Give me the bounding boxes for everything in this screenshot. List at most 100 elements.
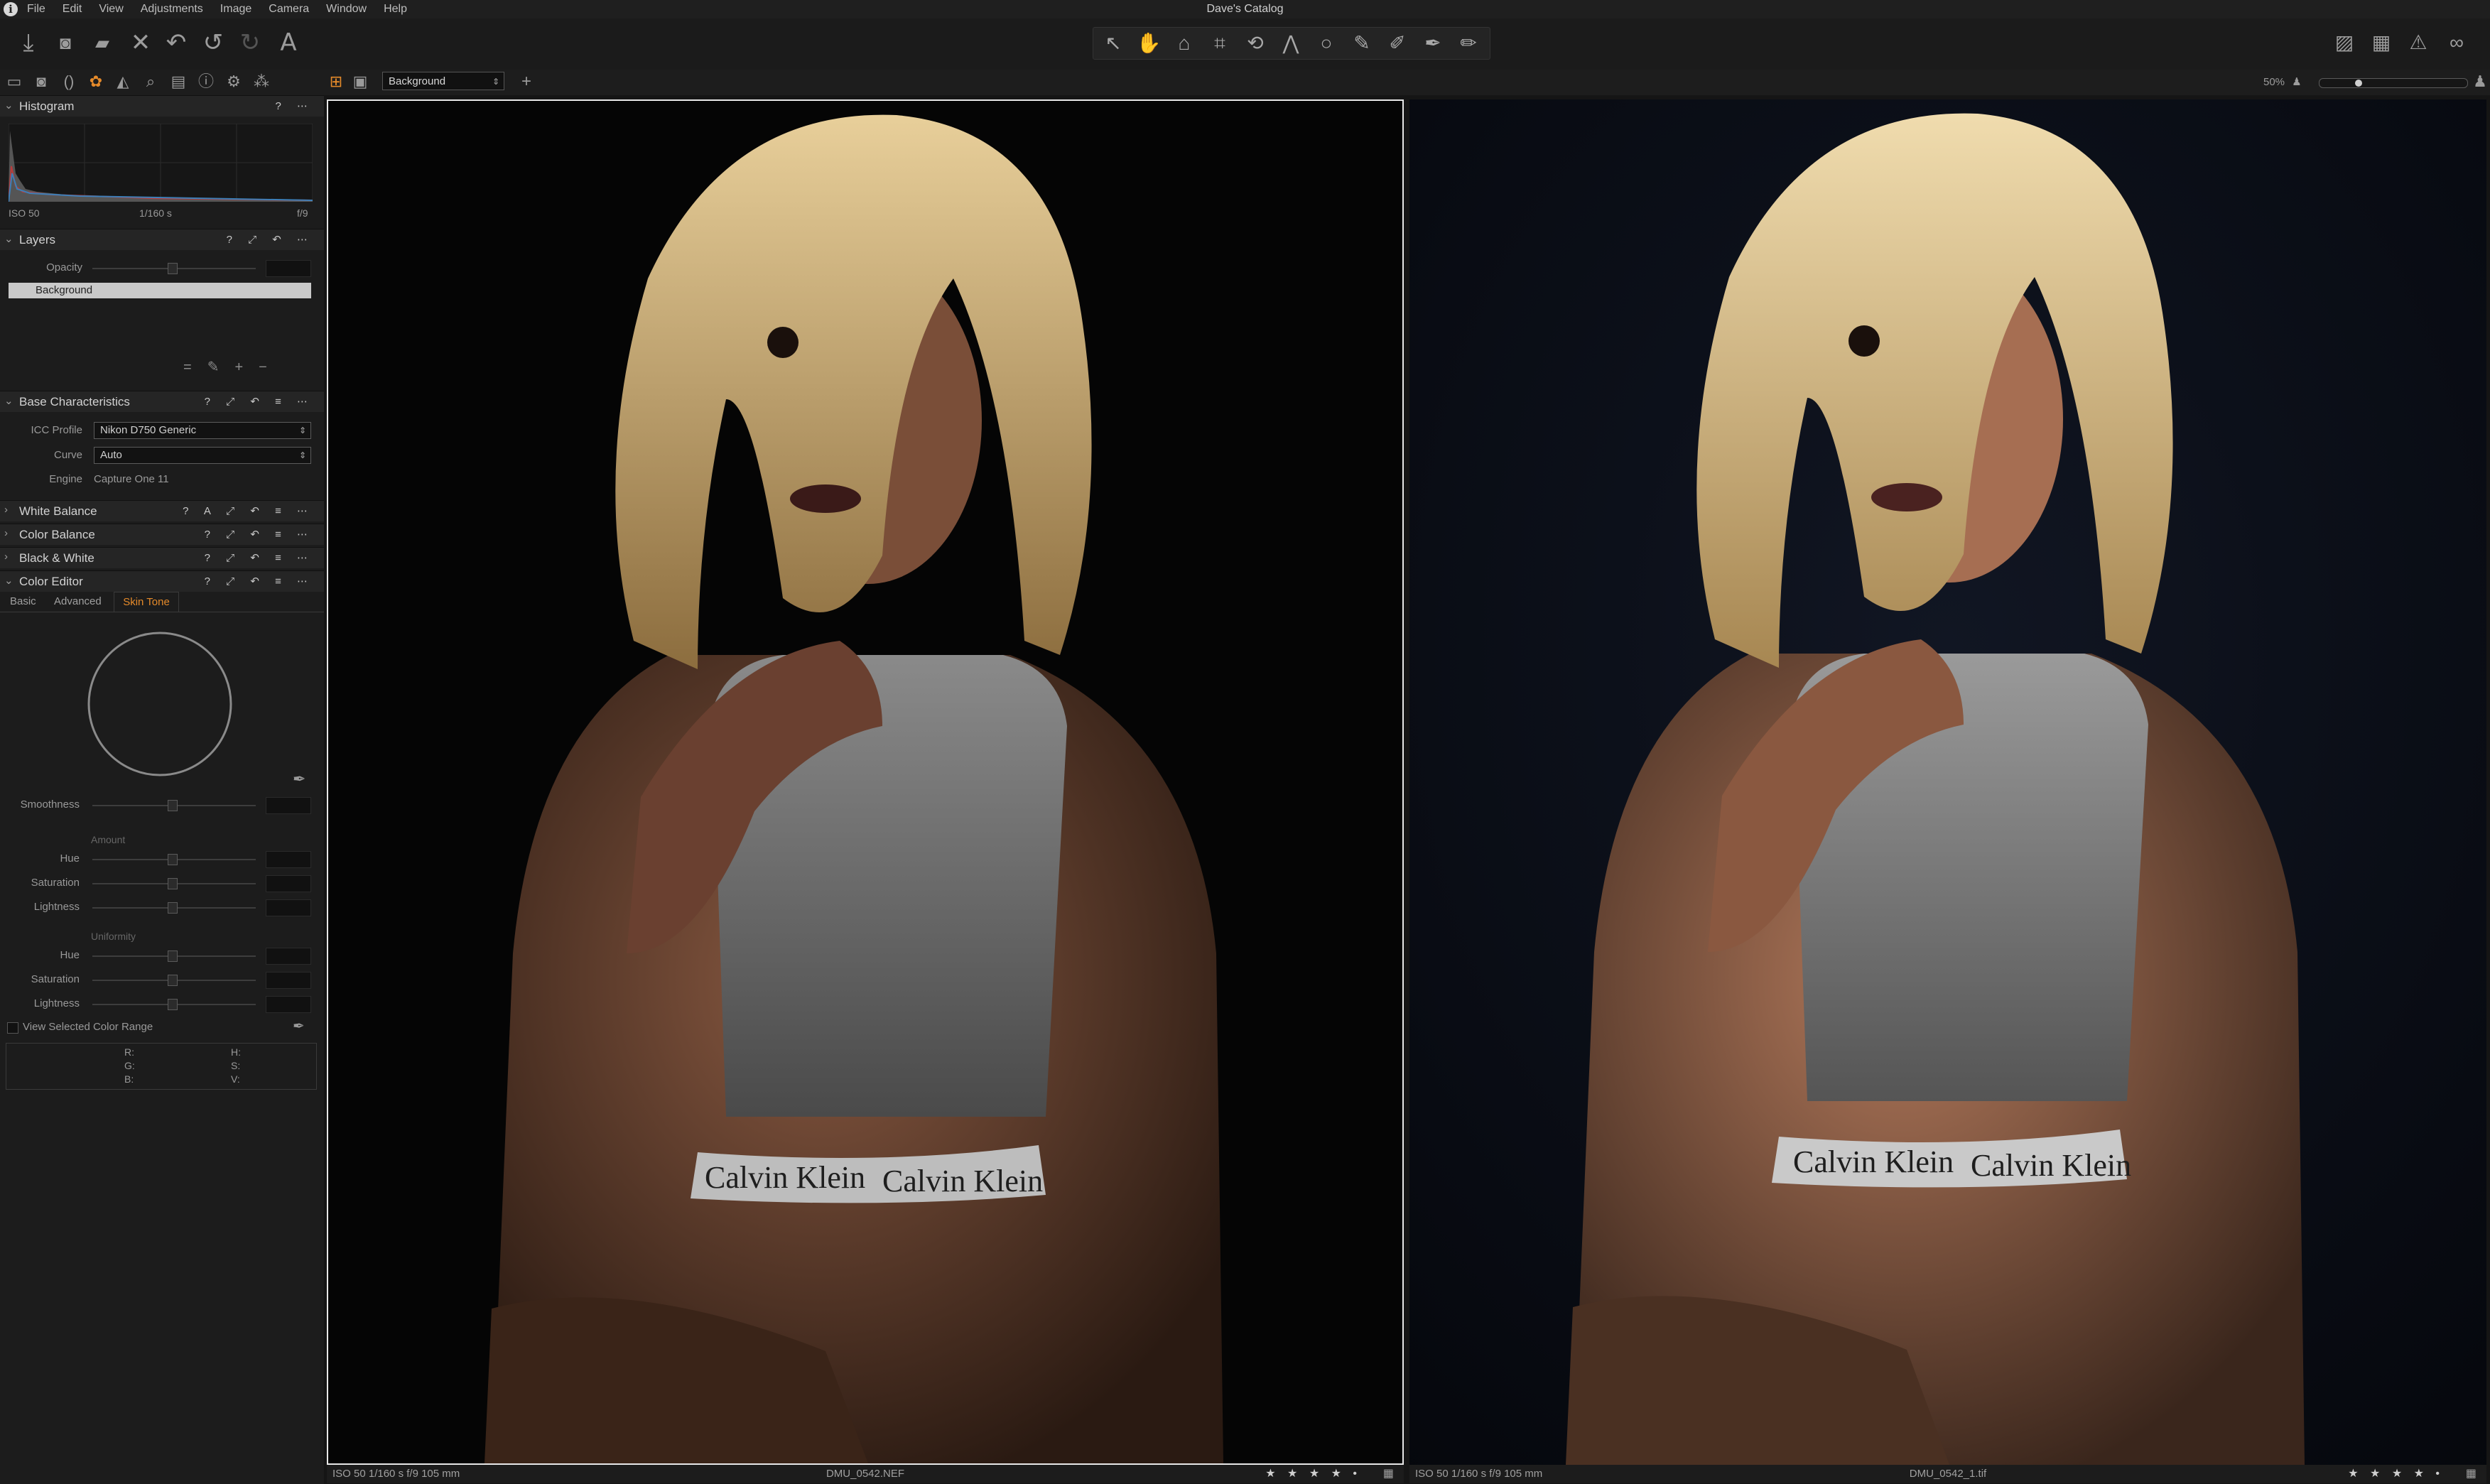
uniformity-hue-value[interactable]: [266, 948, 311, 965]
remove-layer-button[interactable]: −: [259, 359, 283, 375]
black-white-header[interactable]: › Black & White ? ⤢ ↶ ≡ ⋯: [0, 547, 324, 568]
color-tag-icon[interactable]: ▦: [2466, 1465, 2477, 1483]
opacity-slider-knob[interactable]: [168, 263, 178, 274]
smoothness-value[interactable]: [266, 797, 311, 814]
brush-layer-icon[interactable]: ✎: [207, 359, 235, 375]
zoom-slider-knob[interactable]: [2355, 80, 2362, 87]
metadata-tab-icon[interactable]: ▤: [168, 71, 189, 92]
amount-lightness-knob[interactable]: [168, 902, 178, 914]
delete-icon[interactable]: ✕: [125, 28, 156, 57]
text-icon[interactable]: A: [273, 28, 304, 57]
image-viewer: Calvin Klein Calvin Klein ISO 50 1/160 s…: [324, 95, 2490, 1484]
add-layer-icon[interactable]: +: [516, 71, 537, 92]
rotate-icon[interactable]: ⟲: [1240, 29, 1271, 58]
tab-skin-tone[interactable]: Skin Tone: [114, 592, 179, 612]
multi-view-icon[interactable]: ⊞: [325, 71, 347, 92]
amount-lightness-value[interactable]: [266, 899, 311, 916]
tab-advanced[interactable]: Advanced: [54, 592, 102, 612]
color-editor-header[interactable]: ⌄ Color Editor ? ⤢ ↶ ≡ ⋯: [0, 570, 324, 592]
opacity-value[interactable]: [266, 260, 311, 277]
histogram-aperture: f/9: [297, 207, 308, 219]
color-editor-actions: ? ⤢ ↶ ≡ ⋯: [204, 575, 314, 587]
color-readout-box: R: G: B: H: S: V:: [6, 1043, 317, 1090]
camera-icon[interactable]: ◙: [50, 28, 81, 57]
color-balance-header[interactable]: › Color Balance ? ⤢ ↶ ≡ ⋯: [0, 524, 324, 545]
view-range-checkbox[interactable]: [7, 1022, 18, 1034]
brush-icon[interactable]: ✎: [1346, 29, 1377, 58]
glasses-icon[interactable]: ∞: [2441, 28, 2472, 57]
lens-tab-icon[interactable]: (): [58, 71, 80, 92]
chevron-down-icon: ⌄: [4, 99, 13, 112]
skin-tone-color-wheel[interactable]: [87, 631, 233, 777]
zoom-slider[interactable]: [2319, 78, 2468, 88]
keystone-icon[interactable]: ⋀: [1275, 29, 1306, 58]
uniformity-saturation-value[interactable]: [266, 972, 311, 989]
base-characteristics-header[interactable]: ⌄ Base Characteristics ? ⤢ ↶ ≡ ⋯: [0, 391, 324, 412]
settings-tab-icon[interactable]: ⚙: [223, 71, 244, 92]
picker-icon[interactable]: ✒: [293, 1017, 305, 1035]
styles-tab-icon[interactable]: ⁂: [251, 71, 272, 92]
process-icon[interactable]: ▰: [87, 28, 118, 57]
uniformity-saturation-knob[interactable]: [168, 975, 178, 986]
capture-tab-icon[interactable]: ◙: [31, 71, 52, 92]
amount-saturation-knob[interactable]: [168, 878, 178, 889]
add-layer-button[interactable]: +: [234, 359, 259, 375]
library-tab-icon[interactable]: ▭: [4, 71, 25, 92]
uniformity-hue-knob[interactable]: [168, 950, 178, 962]
base-characteristics-actions: ? ⤢ ↶ ≡ ⋯: [204, 396, 314, 408]
tab-basic[interactable]: Basic: [10, 592, 36, 612]
spot-icon[interactable]: ○: [1311, 29, 1342, 58]
photo-edited[interactable]: Calvin Klein Calvin Klein: [1409, 99, 2486, 1465]
layer-select[interactable]: Background ⇕: [382, 72, 504, 90]
icc-profile-select[interactable]: Nikon D750 Generic ⇕: [94, 422, 311, 439]
photo-original-rating[interactable]: ★ ★ ★ ★ •: [1265, 1465, 1361, 1483]
equal-icon[interactable]: =: [183, 359, 207, 375]
info-tab-icon[interactable]: ⓘ: [195, 71, 217, 92]
exposure-warning-icon[interactable]: ⚠: [2403, 28, 2434, 57]
gradient-icon[interactable]: ✐: [1382, 29, 1413, 58]
photo-original[interactable]: Calvin Klein Calvin Klein: [327, 99, 1404, 1465]
undo-alt-icon[interactable]: ↶: [161, 28, 192, 57]
redo-icon[interactable]: ↻: [234, 28, 266, 57]
layer-item-background[interactable]: Background: [9, 283, 311, 298]
single-view-icon[interactable]: ▣: [350, 71, 371, 92]
photo-edited-rating[interactable]: ★ ★ ★ ★ •: [2348, 1465, 2444, 1483]
amount-hue-value[interactable]: [266, 851, 311, 868]
proof-icon[interactable]: ▨: [2329, 28, 2360, 57]
smoothness-slider-knob[interactable]: [168, 800, 178, 811]
color-tab-icon[interactable]: ✿: [85, 71, 107, 92]
amount-hue-knob[interactable]: [168, 854, 178, 865]
viewer-toolbar: ⊞ ▣ Background ⇕ + 50% ♟ ♟: [324, 70, 2490, 95]
layers-header[interactable]: ⌄ Layers ? ⤢ ↶ ⋯: [0, 229, 324, 250]
details-tab-icon[interactable]: ⌕: [140, 71, 161, 92]
white-balance-header[interactable]: › White Balance ? A ⤢ ↶ ≡ ⋯: [0, 500, 324, 521]
grid-icon[interactable]: ▦: [2366, 28, 2397, 57]
chevron-down-icon: ⌄: [4, 233, 13, 245]
import-icon[interactable]: ⤓: [13, 28, 44, 57]
amount-group-label: Amount: [91, 834, 126, 845]
histogram-header[interactable]: ⌄ Histogram ? ⋯: [0, 95, 324, 117]
person-large-icon[interactable]: ♟: [2469, 71, 2490, 92]
uniformity-lightness-knob[interactable]: [168, 999, 178, 1010]
eyedropper-icon[interactable]: ✒: [1417, 29, 1449, 58]
curve-select[interactable]: Auto ⇕: [94, 447, 311, 464]
uniformity-lightness-value[interactable]: [266, 996, 311, 1013]
color-picker-icon[interactable]: ✒: [293, 770, 305, 789]
select-icon[interactable]: ↖: [1098, 29, 1129, 58]
eraser-icon[interactable]: ✏: [1453, 29, 1484, 58]
crop-icon[interactable]: ⌗: [1204, 29, 1235, 58]
layers-actions: ? ⤢ ↶ ⋯: [226, 234, 314, 246]
pan-icon[interactable]: ✋: [1133, 29, 1164, 58]
amount-saturation-value[interactable]: [266, 875, 311, 892]
exposure-tab-icon[interactable]: ◭: [112, 71, 134, 92]
loupe-icon[interactable]: ⌂: [1169, 29, 1200, 58]
black-white-title: Black & White: [19, 551, 94, 565]
chevron-right-icon: ›: [4, 527, 8, 539]
photo-original-filename: DMU_0542.NEF: [826, 1468, 905, 1480]
chevron-down-icon: ⌄: [4, 575, 13, 587]
amount-hue-label: Hue: [60, 852, 80, 865]
undo-icon[interactable]: ↺: [197, 28, 229, 57]
brand-text-right-1: Calvin Klein: [1793, 1144, 1954, 1179]
tool-panel: ⌄ Histogram ? ⋯ ISO 50 1/160 s f/9 ⌄ Lay…: [0, 95, 324, 1484]
color-tag-icon[interactable]: ▦: [1383, 1465, 1394, 1483]
